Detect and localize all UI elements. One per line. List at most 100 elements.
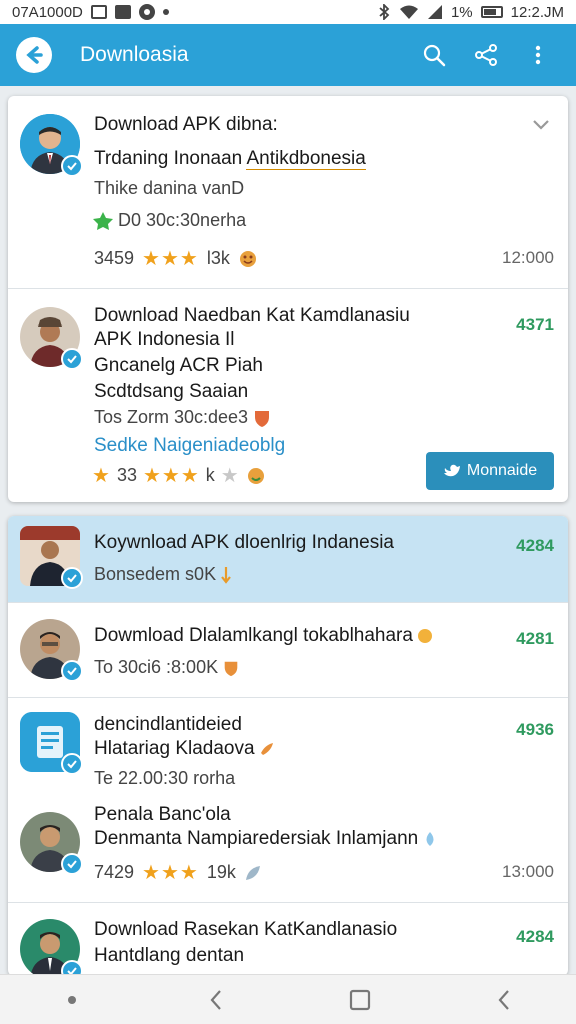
item-title: Download Naedban Kat Kamdlanasiu xyxy=(94,305,410,326)
item-title-text: denc xyxy=(94,714,136,735)
leaf-icon xyxy=(245,865,260,880)
avatar xyxy=(20,526,83,589)
rating-count: 33 xyxy=(116,465,137,485)
avatar xyxy=(20,307,83,370)
list-item[interactable]: Koywnload APK dloenlrig Indanesia Bonsed… xyxy=(8,516,568,602)
expand-button[interactable] xyxy=(532,118,550,136)
battery-icon xyxy=(480,6,503,18)
item-date: Bonsedem s0K xyxy=(94,564,217,584)
item-title-link[interactable]: indlantideied xyxy=(135,714,242,735)
notification-icon xyxy=(90,5,107,19)
drop-icon xyxy=(426,832,434,846)
download-button-label: Monnaide xyxy=(466,462,538,479)
verified-badge-icon xyxy=(61,753,83,775)
item-line-row: Hlatariag Kladaova xyxy=(94,738,275,760)
shield-icon xyxy=(224,661,238,676)
hand-icon xyxy=(260,743,273,755)
item-date: Tos Zorm 30c:dee3 xyxy=(94,407,249,427)
notification-dot-icon xyxy=(162,9,169,15)
item-subtitle: Trdaning Inonaan Antikdbonesia xyxy=(94,148,366,170)
item-title: Dowmload Dlalamlkangl tokablhahara xyxy=(94,625,413,646)
download-count: 4371 xyxy=(516,315,554,334)
item-meta: Thike danina vanD xyxy=(94,178,245,198)
item-title-row: Dowmload Dlalamlkangl tokablhahara xyxy=(94,625,433,647)
dot-icon xyxy=(68,995,76,1004)
avatar xyxy=(20,919,83,974)
assistant-button[interactable] xyxy=(48,980,96,1020)
bluetooth-icon xyxy=(379,4,390,20)
download-count: 13:000 xyxy=(502,862,554,881)
item-meta-row: To 30ci6 :8:00K xyxy=(94,657,240,678)
download-button[interactable]: Monnaide xyxy=(426,452,554,490)
notification-icon xyxy=(138,4,155,20)
rating-suffix: k xyxy=(205,465,215,485)
list-item[interactable]: Download APK dibna: Trdaning Inonaan Ant… xyxy=(8,96,568,288)
item-title: Download Rasekan KatKandlanasio xyxy=(94,919,398,940)
overflow-menu-button[interactable] xyxy=(516,33,560,77)
item-meta-row: D0 30c:30nerha xyxy=(92,210,246,231)
bird-icon xyxy=(443,464,460,477)
list-item[interactable]: dencindlantideied Hlatariag Kladaova Te … xyxy=(8,697,568,902)
green-star-icon xyxy=(93,211,113,230)
verified-badge-icon xyxy=(61,660,83,682)
emoji-icon xyxy=(417,629,432,643)
item-meta-row: Bonsedem s0K xyxy=(94,564,232,585)
back-button[interactable] xyxy=(192,980,240,1020)
download-count: 4281 xyxy=(516,629,554,648)
item-meta-row: Tos Zorm 30c:dee3 xyxy=(94,407,272,428)
item-line: Hlatariag Kladaova xyxy=(94,738,255,759)
square-icon xyxy=(349,989,371,1010)
rating-count: 3459 xyxy=(94,248,135,268)
rating-suffix: 19k xyxy=(206,862,236,882)
home-button[interactable] xyxy=(336,980,384,1020)
carrier-text: 07A1000D xyxy=(12,3,83,21)
verified-badge-icon xyxy=(61,960,83,974)
item-title: Koywnload APK dloenlrig Indanesia xyxy=(94,532,394,553)
search-button[interactable] xyxy=(412,33,456,77)
download-count: 4936 xyxy=(516,720,554,739)
item-line: Gncanelg ACR Piah xyxy=(94,355,263,376)
rating-stars-icon: ★★★ xyxy=(142,248,199,270)
item-subtitle-text: Trdaning Inonaan xyxy=(94,148,247,169)
rating-row: 3459 ★★★ l3k xyxy=(94,246,258,271)
item-tag: Antikdbonesia xyxy=(246,148,366,170)
system-nav-bar xyxy=(0,974,576,1024)
download-count: 12:000 xyxy=(502,248,554,267)
rating-row: ★ 33 ★★★ k ★ xyxy=(92,463,266,488)
verified-badge-icon xyxy=(61,155,83,177)
download-count: 4284 xyxy=(516,927,554,946)
rating-count: 7429 xyxy=(94,862,135,882)
share-button[interactable] xyxy=(464,33,508,77)
app-bar: Downloasia xyxy=(0,24,576,86)
wifi-icon xyxy=(399,5,418,19)
item-link[interactable]: Sedke Naigeniadeoblg xyxy=(94,435,285,457)
rating-stars-icon: ★★★ xyxy=(142,862,199,884)
featured-card: Download APK dibna: Trdaning Inonaan Ant… xyxy=(8,96,568,502)
status-bar: 07A1000D 1% 12:2.JM xyxy=(0,0,576,24)
list-card: Koywnload APK dloenlrig Indanesia Bonsed… xyxy=(8,516,568,974)
item-line-row: Denmanta Nampiaredersiak Inlamjann xyxy=(94,828,438,850)
download-count: 4284 xyxy=(516,536,554,555)
status-left: 07A1000D xyxy=(12,4,169,21)
recents-button[interactable] xyxy=(480,980,528,1020)
star-icon: ★ xyxy=(92,465,111,487)
chevron-down-icon xyxy=(533,120,549,130)
signal-icon xyxy=(427,5,442,19)
rating-suffix: l3k xyxy=(206,248,230,268)
item-date: D0 30c:30nerha xyxy=(118,210,247,230)
chevron-left-icon xyxy=(498,989,509,1010)
item-title: dencindlantideied xyxy=(94,714,242,736)
shield-icon xyxy=(255,410,270,427)
clock: 12:2.JM xyxy=(510,3,564,21)
list-item[interactable]: Dowmload Dlalamlkangl tokablhahara To 30… xyxy=(8,602,568,697)
item-date: To 30ci6 :8:00K xyxy=(94,657,219,677)
avatar xyxy=(20,712,83,775)
item-line: Hantdlang dentan xyxy=(94,945,245,966)
avatar xyxy=(20,114,83,177)
download-list[interactable]: Download APK dibna: Trdaning Inonaan Ant… xyxy=(0,86,576,974)
item-date: Te 22.00:30 rorha xyxy=(94,768,236,788)
rating-row: 7429 ★★★ 19k xyxy=(94,860,262,885)
item-line: Denmanta Nampiaredersiak Inlamjann xyxy=(94,828,419,849)
list-item[interactable]: Download Rasekan KatKandlanasio Hantdlan… xyxy=(8,902,568,974)
app-logo-icon[interactable] xyxy=(16,37,52,73)
